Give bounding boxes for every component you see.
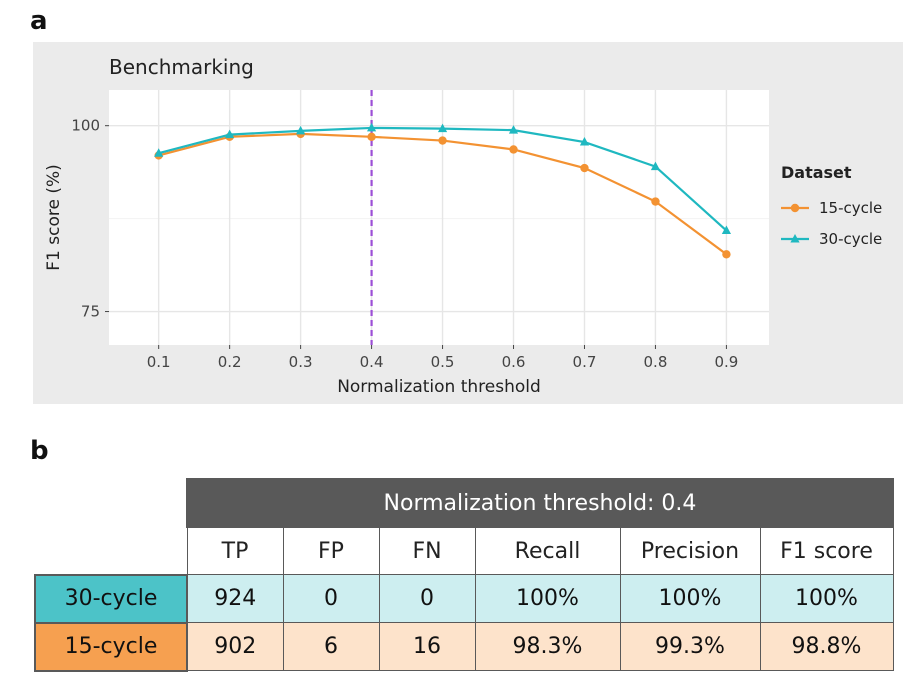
panel-label-a: a [30,6,48,36]
legend-key-marker-15-cycle [790,203,800,213]
x-tick-label: 0.2 [218,353,242,371]
cell-f1-score: 100% [759,574,894,623]
cell-f1-score: 98.8% [759,622,894,671]
column-header-f1-score: F1 score [759,526,894,575]
x-tick-label: 0.4 [360,353,384,371]
column-header-precision: Precision [619,526,761,575]
cell-tp: 902 [186,622,284,671]
x-axis-label: Normalization threshold [337,377,541,397]
column-header-fn: FN [378,526,476,575]
results-table: Normalization threshold: 0.4 TP FP FN Re… [34,478,894,672]
legend-title: Dataset [781,163,852,182]
benchmarking-chart: 0.1 0.2 0.3 0.4 0.5 0.6 0.7 0.8 0.9 75 100 Benchma… [33,42,903,404]
data-point-15-cycle [438,136,447,145]
legend-label-15-cycle: 15-cycle [819,199,882,217]
column-header-recall: Recall [474,526,621,575]
legend-label-30-cycle: 30-cycle [819,230,882,248]
panel-label-b: b [30,436,49,466]
x-tick-label: 0.9 [714,353,738,371]
data-point-15-cycle [509,145,518,154]
data-point-15-cycle [722,250,731,259]
cell-fp: 6 [282,622,380,671]
cell-precision: 100% [619,574,761,623]
table-corner-blank [35,479,187,527]
cell-precision: 99.3% [619,622,761,671]
row-label-30-cycle: 30-cycle [34,573,188,624]
data-point-15-cycle [367,132,376,142]
cell-recall: 100% [474,574,621,623]
column-header-fp: FP [282,526,380,575]
x-tick-label: 0.8 [644,353,668,371]
cell-tp: 924 [186,574,284,623]
y-axis-label: F1 score (%) [44,164,64,271]
cell-fn: 16 [378,622,476,671]
cell-fp: 0 [282,574,380,623]
data-point-15-cycle [580,163,589,173]
x-tick-label: 0.1 [147,353,171,371]
cell-recall: 98.3% [474,622,621,671]
y-tick-label: 100 [71,117,100,135]
chart-title: Benchmarking [109,55,254,79]
x-tick-label: 0.6 [502,353,526,371]
data-point-15-cycle [651,197,660,206]
table-row: 15-cycle 902 6 16 98.3% 99.3% 98.8% [34,621,894,672]
x-tick-label: 0.7 [573,353,597,371]
row-label-15-cycle: 15-cycle [34,621,188,672]
x-tick-label: 0.5 [431,353,455,371]
column-header-tp: TP [186,526,284,575]
table-row: 30-cycle 924 0 0 100% 100% 100% [34,573,894,624]
table-corner-blank [35,527,187,575]
y-tick-label: 75 [81,303,100,321]
x-tick-label: 0.3 [289,353,313,371]
cell-fn: 0 [378,574,476,623]
table-group-header: Normalization threshold: 0.4 [186,478,894,528]
